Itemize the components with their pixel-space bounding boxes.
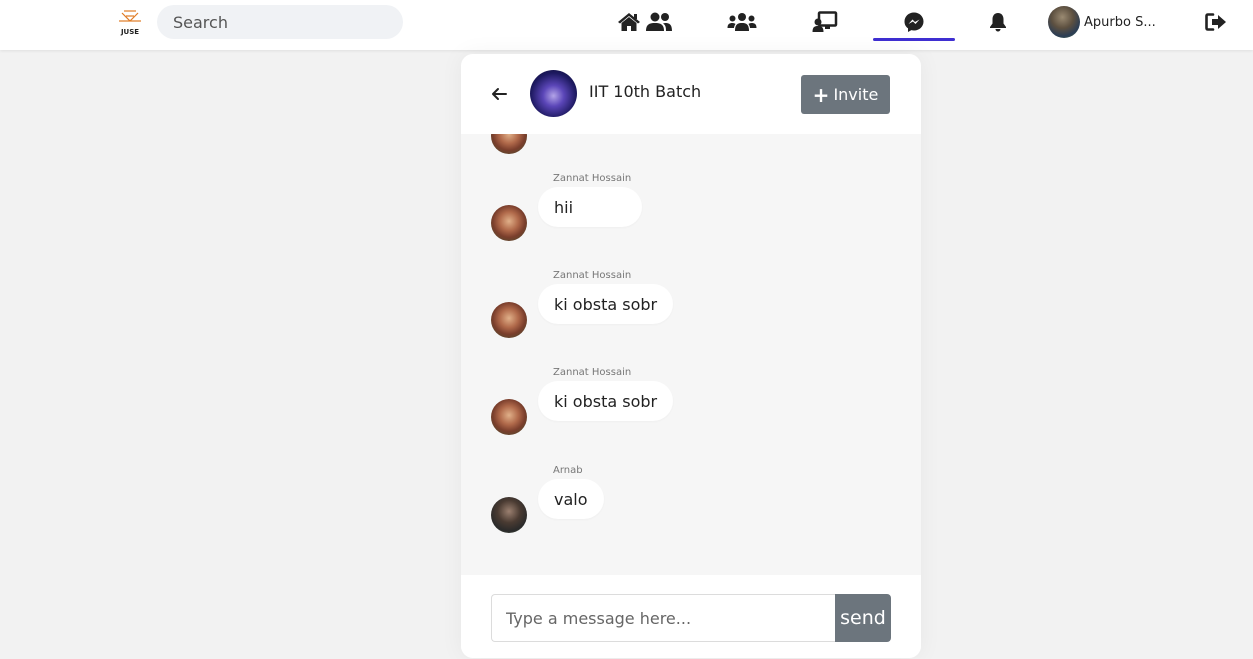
back-arrow-icon[interactable] xyxy=(489,84,509,104)
group-name: IIT 10th Batch xyxy=(589,82,702,101)
svg-text:JUSE: JUSE xyxy=(120,28,139,36)
group-avatar xyxy=(530,70,577,117)
message-sender: Arnab xyxy=(553,465,583,476)
juse-logo[interactable]: JUSE xyxy=(116,9,144,37)
groups-icon[interactable] xyxy=(712,0,772,44)
user-avatar xyxy=(1048,6,1080,38)
active-tab-indicator xyxy=(873,38,955,41)
sender-avatar xyxy=(491,497,527,533)
message-bubble: ki obsta sobr xyxy=(538,381,674,421)
sender-avatar xyxy=(491,399,527,435)
send-button[interactable]: send xyxy=(835,594,891,642)
message-bubble: ki obsta sobr xyxy=(538,284,674,324)
message-sender: Zannat Hossain xyxy=(553,173,632,184)
message-composer: send xyxy=(461,575,921,658)
chat-header: IIT 10th Batch + Invite xyxy=(461,54,921,134)
sender-avatar xyxy=(491,302,527,338)
message-sender: Zannat Hossain xyxy=(553,270,632,281)
message-bubble: hii xyxy=(538,187,642,227)
invite-label: Invite xyxy=(833,85,879,104)
top-navbar: JUSE Search Apurbo S... xyxy=(0,0,1253,50)
user-name: Apurbo S... xyxy=(1084,14,1156,30)
friends-icon[interactable] xyxy=(629,0,689,44)
message-input[interactable] xyxy=(491,594,835,642)
screen-share-icon[interactable] xyxy=(795,0,855,44)
search-input[interactable] xyxy=(157,5,403,39)
group-chat-panel: IIT 10th Batch + Invite Zannat Hossain h… xyxy=(461,54,921,658)
message-sender: Zannat Hossain xyxy=(553,367,632,378)
invite-button[interactable]: + Invite xyxy=(801,75,890,114)
sender-avatar xyxy=(491,134,527,154)
bell-icon[interactable] xyxy=(968,0,1028,44)
message-bubble: valo xyxy=(538,479,604,519)
sender-avatar xyxy=(491,205,527,241)
message-list[interactable]: Zannat Hossain hii Zannat Hossain ki obs… xyxy=(461,134,921,575)
logout-icon[interactable] xyxy=(1186,0,1246,44)
user-profile-menu[interactable]: Apurbo S... xyxy=(1048,6,1156,38)
plus-icon: + xyxy=(812,82,830,107)
